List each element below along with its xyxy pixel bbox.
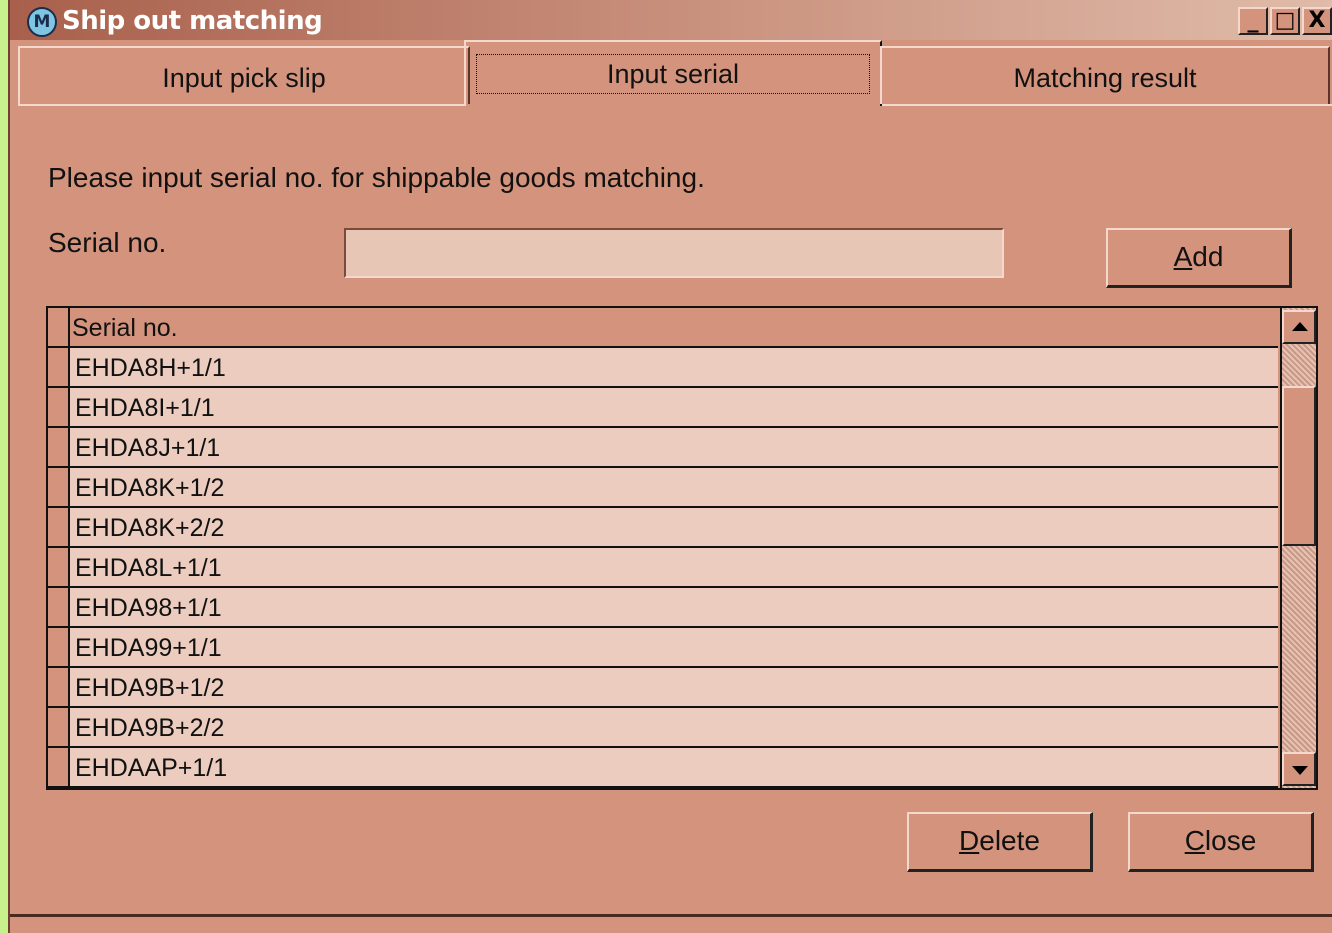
close-accel: C bbox=[1184, 825, 1205, 856]
table-row[interactable]: EHDA8J+1/1 bbox=[48, 428, 1278, 468]
tab-input-serial[interactable]: Input serial bbox=[464, 40, 882, 106]
row-selector[interactable] bbox=[48, 428, 70, 466]
tab-divider bbox=[882, 104, 1332, 106]
arrow-down-icon bbox=[1292, 766, 1308, 775]
vertical-scrollbar[interactable] bbox=[1280, 308, 1316, 788]
add-label: dd bbox=[1192, 241, 1224, 272]
scroll-down-button[interactable] bbox=[1282, 752, 1316, 786]
maximize-button[interactable]: □ bbox=[1270, 7, 1300, 35]
grid-header: Serial no. bbox=[48, 308, 1278, 348]
ship-out-matching-window: M Ship out matching _ □ X Input pick sli… bbox=[8, 0, 1332, 933]
serial-no-input[interactable] bbox=[344, 228, 1004, 278]
row-selector[interactable] bbox=[48, 588, 70, 626]
row-selector[interactable] bbox=[48, 708, 70, 746]
window-title: Ship out matching bbox=[62, 6, 323, 36]
app-logo-icon: M bbox=[27, 7, 57, 37]
scroll-up-button[interactable] bbox=[1282, 310, 1316, 344]
table-row[interactable]: EHDA99+1/1 bbox=[48, 628, 1278, 668]
serial-cell[interactable]: EHDA8H+1/1 bbox=[70, 348, 1278, 386]
window-bottom-border bbox=[10, 914, 1332, 917]
table-row[interactable]: EHDA8H+1/1 bbox=[48, 348, 1278, 388]
serial-cell[interactable]: EHDA99+1/1 bbox=[70, 628, 1278, 666]
table-row[interactable]: EHDA8L+1/1 bbox=[48, 548, 1278, 588]
table-row[interactable]: EHDA98+1/1 bbox=[48, 588, 1278, 628]
row-selector[interactable] bbox=[48, 468, 70, 506]
row-selector[interactable] bbox=[48, 628, 70, 666]
arrow-up-icon bbox=[1292, 322, 1308, 331]
add-button[interactable]: Add bbox=[1106, 228, 1292, 288]
table-row[interactable]: EHDA9B+2/2 bbox=[48, 708, 1278, 748]
minimize-button[interactable]: _ bbox=[1238, 7, 1268, 35]
table-row[interactable]: EHDA9B+1/2 bbox=[48, 668, 1278, 708]
serial-cell[interactable]: EHDA8K+2/2 bbox=[70, 508, 1278, 546]
column-header-serial-no[interactable]: Serial no. bbox=[72, 314, 178, 343]
row-selector[interactable] bbox=[48, 508, 70, 546]
serial-cell[interactable]: EHDA8J+1/1 bbox=[70, 428, 1278, 466]
tab-divider bbox=[18, 104, 466, 106]
serial-cell[interactable]: EHDA8K+1/2 bbox=[70, 468, 1278, 506]
close-label: lose bbox=[1204, 825, 1257, 856]
row-selector[interactable] bbox=[48, 388, 70, 426]
close-button[interactable]: Close bbox=[1128, 812, 1314, 872]
serial-cell[interactable]: EHDA8L+1/1 bbox=[70, 548, 1278, 586]
window-controls: _ □ X bbox=[1238, 7, 1332, 35]
delete-button[interactable]: Delete bbox=[907, 812, 1093, 872]
serial-cell[interactable]: EHDA8I+1/1 bbox=[70, 388, 1278, 426]
delete-label: elete bbox=[979, 825, 1040, 856]
add-accel: A bbox=[1173, 241, 1193, 272]
row-selector[interactable] bbox=[48, 548, 70, 586]
table-row[interactable]: EHDA8K+1/2 bbox=[48, 468, 1278, 508]
close-window-button[interactable]: X bbox=[1302, 7, 1332, 35]
serial-cell[interactable]: EHDA9B+2/2 bbox=[70, 708, 1278, 746]
serial-cell[interactable]: EHDA9B+1/2 bbox=[70, 668, 1278, 706]
row-selector[interactable] bbox=[48, 748, 70, 786]
row-selector-header[interactable] bbox=[48, 308, 70, 346]
row-selector[interactable] bbox=[48, 668, 70, 706]
table-row[interactable]: EHDA8K+2/2 bbox=[48, 508, 1278, 548]
table-row[interactable]: EHDA8I+1/1 bbox=[48, 388, 1278, 428]
tab-input-serial-label: Input serial bbox=[476, 54, 870, 94]
row-selector[interactable] bbox=[48, 348, 70, 386]
delete-accel: D bbox=[959, 825, 980, 856]
table-row[interactable]: EHDAAP+1/1 bbox=[48, 748, 1278, 788]
scroll-thumb[interactable] bbox=[1282, 386, 1316, 546]
tab-matching-result[interactable]: Matching result bbox=[880, 46, 1330, 104]
instruction-text: Please input serial no. for shippable go… bbox=[48, 162, 705, 193]
serial-grid: Serial no. EHDA8H+1/1 EHDA8I+1/1 EHDA8J+1/… bbox=[46, 306, 1318, 790]
serial-no-label: Serial no. bbox=[48, 227, 167, 258]
title-bar[interactable]: M Ship out matching _ □ X bbox=[10, 0, 1332, 40]
serial-cell[interactable]: EHDAAP+1/1 bbox=[70, 748, 1278, 786]
tab-input-pick-slip[interactable]: Input pick slip bbox=[18, 46, 470, 104]
serial-cell[interactable]: EHDA98+1/1 bbox=[70, 588, 1278, 626]
